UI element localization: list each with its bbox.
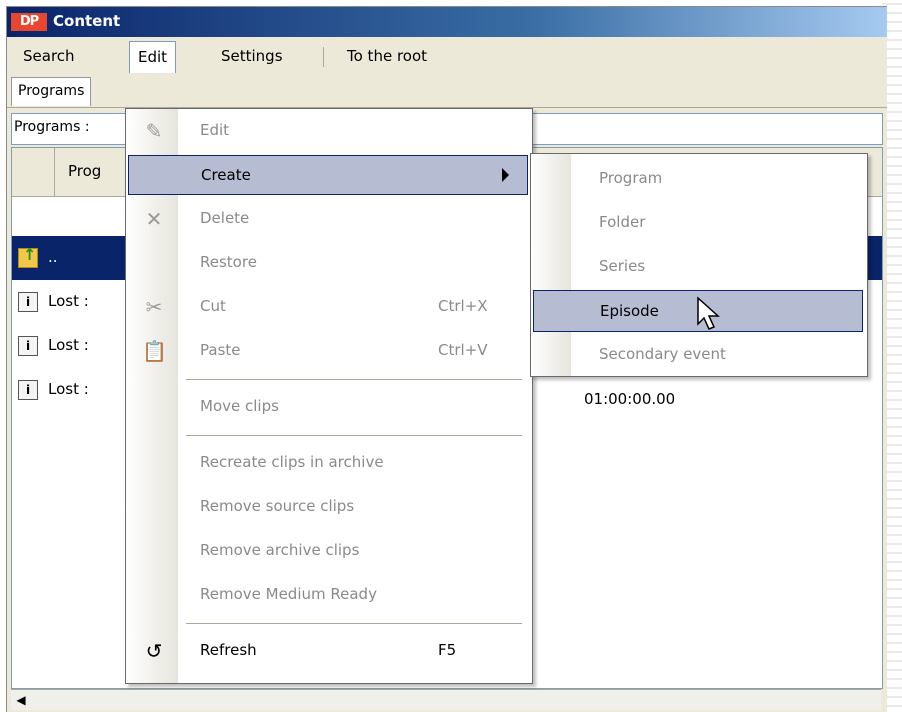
- submenu-item-secondary-event[interactable]: Secondary event: [533, 334, 863, 376]
- menu-separator: [186, 379, 522, 380]
- row-name: Lost :: [48, 336, 89, 354]
- submenu-item-label: Episode: [600, 302, 659, 320]
- menu-item-label: Remove source clips: [200, 497, 355, 515]
- menu-item-label: Refresh: [200, 641, 257, 659]
- menu-item-label: Move clips: [200, 397, 279, 415]
- edit-menu-dropdown: ✎ Edit Create ✕ Delete Restore ✂ Cut Ctr…: [125, 108, 533, 684]
- menu-search[interactable]: Search: [15, 43, 83, 69]
- menu-item-shortcut: F5: [438, 641, 457, 659]
- menu-item-label: Create: [201, 166, 251, 184]
- info-document-icon: i: [18, 380, 38, 400]
- submenu-item-label: Series: [599, 257, 646, 275]
- scissors-icon: ✂: [145, 295, 163, 319]
- tab-programs[interactable]: Programs: [11, 77, 92, 106]
- refresh-icon: ↺: [145, 639, 163, 663]
- menu-item-edit[interactable]: ✎ Edit: [128, 111, 528, 151]
- menu-to-the-root[interactable]: To the root: [339, 43, 435, 69]
- row-selector-header: [12, 148, 55, 196]
- menu-item-remove-medium-ready[interactable]: Remove Medium Ready: [128, 575, 528, 615]
- menu-item-label: Restore: [200, 253, 257, 271]
- info-document-icon: i: [18, 336, 38, 356]
- menu-item-label: Paste: [200, 341, 241, 359]
- menu-item-delete[interactable]: ✕ Delete: [128, 199, 528, 239]
- row-name: ..: [48, 248, 58, 266]
- submenu-item-label: Program: [599, 169, 663, 187]
- submenu-item-label: Folder: [599, 213, 646, 231]
- clipboard-icon: 📋: [142, 339, 167, 363]
- title-bar: DP Content: [7, 7, 887, 37]
- folder-up-icon: [18, 245, 38, 268]
- menu-item-label: Remove Medium Ready: [200, 585, 377, 603]
- menu-item-move-clips[interactable]: Move clips: [128, 387, 528, 427]
- scroll-left-icon[interactable]: ◀: [11, 690, 31, 710]
- window-title: Content: [53, 12, 121, 30]
- menu-item-remove-archive-clips[interactable]: Remove archive clips: [128, 531, 528, 571]
- menu-item-restore[interactable]: Restore: [128, 243, 528, 283]
- menu-item-remove-source-clips[interactable]: Remove source clips: [128, 487, 528, 527]
- menu-item-label: Remove archive clips: [200, 541, 360, 559]
- edit-icon: ✎: [145, 119, 163, 143]
- path-label: Programs :: [14, 119, 90, 135]
- row-name: Lost :: [48, 380, 89, 398]
- menu-item-paste[interactable]: 📋 Paste Ctrl+V: [128, 331, 528, 371]
- menu-edit[interactable]: Edit: [129, 41, 177, 74]
- menu-item-recreate-clips[interactable]: Recreate clips in archive: [128, 443, 528, 483]
- menu-bar: Search Edit Settings To the root: [7, 37, 887, 74]
- submenu-item-label: Secondary event: [599, 345, 726, 363]
- menu-item-shortcut: Ctrl+V: [438, 341, 488, 359]
- horizontal-scrollbar[interactable]: ◀: [11, 689, 881, 710]
- submenu-arrow-icon: [502, 168, 509, 182]
- menu-separator: [186, 623, 522, 624]
- menu-item-refresh[interactable]: ↺ Refresh F5: [128, 631, 528, 671]
- menu-separator: [186, 435, 522, 436]
- create-submenu: Program Folder Series Episode Secondary …: [530, 153, 868, 377]
- delete-x-icon: ✕: [145, 207, 163, 231]
- mouse-cursor-icon: [697, 296, 720, 330]
- menu-item-label: Edit: [200, 121, 230, 139]
- menu-settings[interactable]: Settings: [213, 43, 291, 69]
- menu-item-label: Delete: [200, 209, 250, 227]
- menu-item-label: Cut: [200, 297, 226, 315]
- row-name: Lost :: [48, 292, 89, 310]
- menu-item-shortcut: Ctrl+X: [438, 297, 488, 315]
- menu-item-create[interactable]: Create: [128, 155, 528, 195]
- submenu-item-folder[interactable]: Folder: [533, 202, 863, 244]
- submenu-item-program[interactable]: Program: [533, 158, 863, 200]
- menu-separator: [323, 47, 324, 67]
- column-header-program[interactable]: Prog: [68, 162, 101, 180]
- submenu-item-series[interactable]: Series: [533, 246, 863, 288]
- time-cell: 01:00:00.00: [584, 390, 676, 408]
- menu-item-label: Recreate clips in archive: [200, 453, 384, 471]
- menu-item-cut[interactable]: ✂ Cut Ctrl+X: [128, 287, 528, 327]
- info-document-icon: i: [18, 292, 38, 312]
- app-logo: DP: [11, 13, 47, 31]
- tab-strip: Programs: [7, 73, 887, 108]
